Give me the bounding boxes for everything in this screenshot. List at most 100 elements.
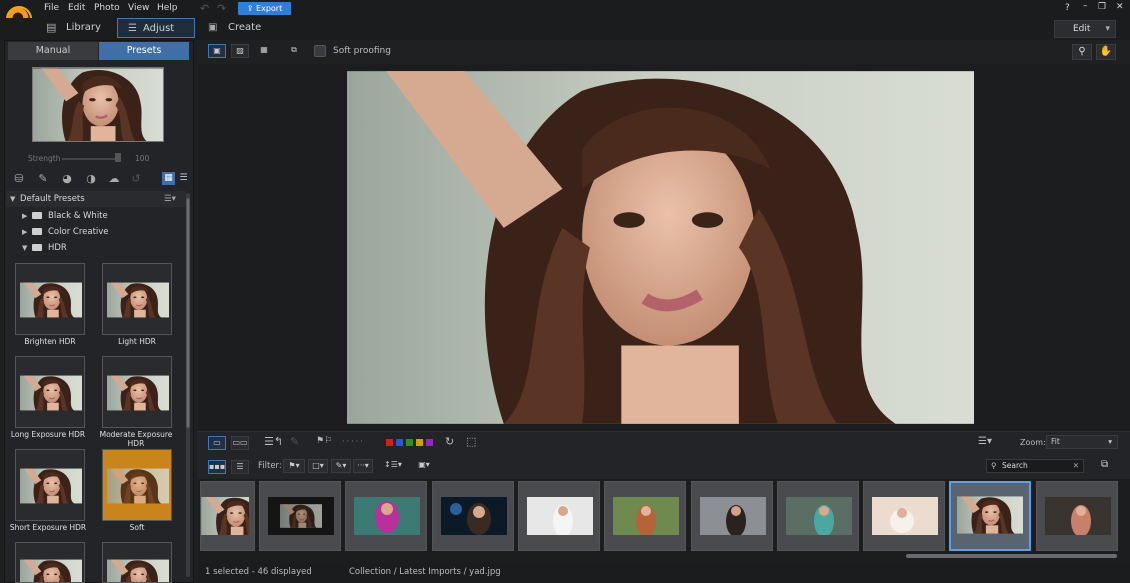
filmstrip-scrollbar[interactable] <box>906 554 1117 558</box>
rotate-screen-button[interactable]: ⧉ <box>285 44 303 58</box>
refresh-icon[interactable]: ↻ <box>445 435 454 448</box>
reset-icon[interactable]: ↺ <box>128 172 144 186</box>
green-label-swatch[interactable] <box>406 439 413 446</box>
preset-label: Brighten HDR <box>24 337 76 346</box>
expand-right-icon: ▶ <box>22 212 28 220</box>
blue-label-swatch[interactable] <box>396 439 403 446</box>
undo-icon[interactable]: ↶ <box>200 2 209 15</box>
filmstrip-thumbnail[interactable] <box>863 481 945 551</box>
tab-manual[interactable]: Manual <box>8 42 98 60</box>
file-path: Collection / Latest Imports / yad.jpg <box>349 567 501 577</box>
tree-folder-color[interactable]: ▶ Color Creative <box>22 224 109 240</box>
search-input[interactable]: ⚲ Search ✕ <box>986 459 1084 473</box>
yellow-label-swatch[interactable] <box>416 439 423 446</box>
preset-card[interactable] <box>15 542 85 583</box>
filmstrip-view-button[interactable]: ▭ <box>208 436 226 450</box>
main-photo[interactable] <box>347 71 974 424</box>
help-icon[interactable]: ? <box>1065 3 1070 13</box>
palette-icon[interactable]: ◕ <box>59 172 75 186</box>
filmstrip-thumbnail[interactable] <box>604 481 686 551</box>
filter-rating-dropdown[interactable]: ···▾ <box>353 459 373 473</box>
library-tab[interactable]: Library <box>66 18 101 38</box>
tab-presets[interactable]: Presets <box>99 42 189 60</box>
cloud-icon[interactable]: ☁ <box>106 172 122 186</box>
preset-preview-image <box>32 67 164 142</box>
menu-edit[interactable]: Edit <box>68 3 85 13</box>
filmstrip-thumbnail[interactable] <box>1036 481 1118 551</box>
pen-icon[interactable]: ✎ <box>290 435 299 448</box>
filmstrip-thumbnail[interactable] <box>200 481 255 551</box>
filter-flag-dropdown[interactable]: ⚑▾ <box>283 459 305 473</box>
grid-view-button[interactable]: ▦ <box>255 44 273 58</box>
menu-photo[interactable]: Photo <box>94 3 120 13</box>
filmstrip-thumbnail[interactable] <box>518 481 600 551</box>
filmstrip-thumbnail[interactable] <box>345 481 427 551</box>
preset-import-icon[interactable]: ⛁ <box>11 172 27 186</box>
tree-folder-hdr[interactable]: ▼ HDR <box>22 240 67 256</box>
hand-icon[interactable]: ✋ <box>1096 44 1116 60</box>
minimize-icon[interactable]: – <box>1083 1 1088 11</box>
preset-light-hdr[interactable] <box>102 263 172 335</box>
filter-rect-dropdown[interactable]: □▾ <box>308 459 328 473</box>
filmstrip-thumbnail[interactable] <box>259 481 341 551</box>
clear-search-icon[interactable]: ✕ <box>1073 460 1079 472</box>
layer-dropdown[interactable]: ▣▾ <box>415 459 433 473</box>
strength-slider[interactable] <box>62 158 120 160</box>
popout-icon[interactable]: ⧉ <box>1101 459 1108 470</box>
filmstrip-thumbnail[interactable] <box>432 481 514 551</box>
tree-menu-icon[interactable]: ☰▾ <box>164 191 176 207</box>
sliders-icon: ☰ <box>128 23 137 34</box>
filmstrip-thumbnail-selected[interactable] <box>949 481 1031 551</box>
sort-icon[interactable]: ☰↰ <box>264 435 283 448</box>
export-button[interactable]: ⇪ Export <box>238 2 291 15</box>
expand-down-icon: ▼ <box>10 195 16 203</box>
red-label-swatch[interactable] <box>386 439 393 446</box>
thumb-list-button[interactable]: ☰ <box>231 460 249 474</box>
brush-icon[interactable]: ✎ <box>35 172 51 186</box>
edit-dropdown[interactable]: Edit ▾ <box>1054 20 1116 38</box>
filter-edit-dropdown[interactable]: ✎▾ <box>331 459 351 473</box>
filmstrip-thumbnail[interactable] <box>777 481 859 551</box>
rating-dots[interactable]: ····· <box>342 437 365 446</box>
compare-view-button[interactable]: ▨ <box>231 44 249 58</box>
tree-root[interactable]: ▼ Default Presets ☰▾ <box>6 191 186 207</box>
tree-folder-label: Black & White <box>48 211 108 221</box>
menu-file[interactable]: File <box>44 3 59 13</box>
crop-icon[interactable]: ⬚ <box>466 435 476 448</box>
library-icon: ▤ <box>46 21 57 34</box>
zoom-icon[interactable]: ⚲ <box>1072 44 1092 60</box>
adjust-tab[interactable]: ☰ Adjust <box>117 18 195 38</box>
preset-short-exposure-hdr[interactable] <box>15 449 85 521</box>
soft-proofing-checkbox[interactable] <box>314 45 326 57</box>
zoom-select[interactable]: Fit ▾ <box>1046 435 1118 449</box>
redo-icon[interactable]: ↷ <box>217 2 226 15</box>
search-placeholder: Search <box>1002 461 1028 470</box>
sort-order-dropdown[interactable]: ↕☰▾ <box>383 459 403 473</box>
list-view-icon[interactable]: ☰ <box>177 172 190 185</box>
create-tab[interactable]: Create <box>228 18 261 38</box>
tree-folder-bw[interactable]: ▶ Black & White <box>22 208 108 224</box>
preset-long-exposure-hdr[interactable] <box>15 356 85 428</box>
scrollbar-thumb[interactable] <box>186 198 190 428</box>
effect-icon[interactable]: ◑ <box>83 172 99 186</box>
purple-label-swatch[interactable] <box>426 439 433 446</box>
preset-moderate-exposure-hdr[interactable] <box>102 356 172 428</box>
flag-icon[interactable]: ⚑⚐ <box>316 436 332 446</box>
preset-scrollbar[interactable] <box>186 193 190 577</box>
menu-view[interactable]: View <box>128 3 149 13</box>
preset-card[interactable] <box>102 542 172 583</box>
compare-strip-button[interactable]: ▭▭ <box>231 436 249 450</box>
filmstrip-menu-icon[interactable]: ☰▾ <box>978 436 992 447</box>
thumb-strip-button[interactable]: ▪▪▪ <box>208 460 226 474</box>
menu-help[interactable]: Help <box>157 3 178 13</box>
preset-soft[interactable] <box>102 449 172 521</box>
preset-brighten-hdr[interactable] <box>15 263 85 335</box>
tree-folder-label: HDR <box>48 243 67 253</box>
single-view-button[interactable]: ▣ <box>208 44 226 58</box>
strength-slider-handle[interactable] <box>115 153 121 162</box>
grid-view-icon[interactable]: ▦ <box>162 172 175 185</box>
restore-icon[interactable]: ❐ <box>1098 2 1106 12</box>
filmstrip-thumbnail[interactable] <box>691 481 773 551</box>
preset-tree: ▼ Default Presets ☰▾ ▶ Black & White ▶ Colo… <box>6 191 186 256</box>
close-icon[interactable]: ✕ <box>1116 2 1124 12</box>
